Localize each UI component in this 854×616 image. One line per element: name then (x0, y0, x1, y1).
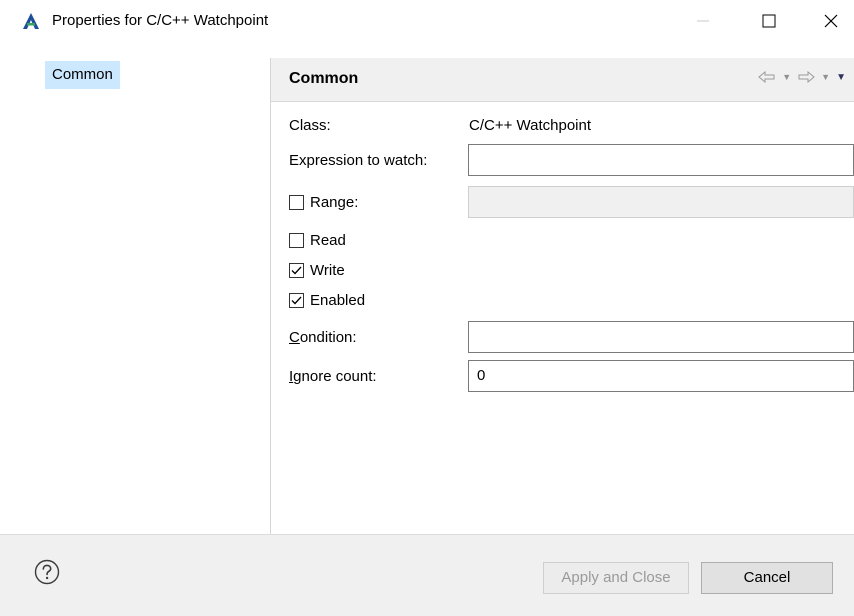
close-icon (824, 14, 838, 28)
write-checkbox-box[interactable] (289, 263, 304, 278)
enabled-checkbox[interactable]: Enabled (289, 290, 409, 312)
class-value: C/C++ Watchpoint (469, 117, 591, 134)
class-label: Class: (289, 117, 331, 134)
app-icon (22, 12, 40, 30)
range-checkbox-box[interactable] (289, 195, 304, 210)
read-label: Read (310, 232, 346, 249)
title-bar: Properties for C/C++ Watchpoint (0, 0, 854, 42)
ignore-count-input[interactable]: 0 (468, 360, 854, 392)
maximize-button[interactable] (746, 0, 792, 42)
navigation-tree: Common (10, 58, 271, 534)
enabled-label: Enabled (310, 292, 366, 309)
view-menu-icon[interactable]: ▼ (836, 72, 846, 83)
minimize-button[interactable] (680, 0, 726, 42)
range-input (468, 186, 854, 218)
write-checkbox[interactable]: Write (289, 260, 409, 282)
property-page: Common ▼ ▼ ▼ Class: C/C++ Watchpoint Exp… (271, 58, 854, 534)
read-checkbox[interactable]: Read (289, 230, 409, 252)
condition-input[interactable] (468, 321, 854, 353)
apply-and-close-button[interactable]: Apply and Close (543, 562, 689, 594)
window-title: Properties for C/C++ Watchpoint (52, 12, 269, 29)
back-dropdown-icon[interactable]: ▼ (782, 72, 791, 82)
forward-dropdown-icon[interactable]: ▼ (821, 72, 830, 82)
tree-item-common[interactable]: Common (45, 61, 120, 89)
condition-label: Condition: (289, 329, 357, 346)
expression-input[interactable] (468, 144, 854, 176)
minimize-icon (697, 20, 709, 22)
help-icon[interactable] (34, 559, 60, 585)
button-bar: Apply and Close Cancel (0, 535, 854, 616)
range-label: Range: (310, 194, 359, 211)
cancel-button[interactable]: Cancel (701, 562, 833, 594)
enabled-checkbox-box[interactable] (289, 293, 304, 308)
ignore-count-label: Ignore count: (289, 368, 377, 385)
page-nav-toolbar: ▼ ▼ ▼ (758, 71, 846, 83)
back-arrow-icon[interactable] (758, 71, 776, 83)
maximize-icon (762, 14, 776, 28)
expression-label: Expression to watch: (289, 152, 428, 169)
forward-arrow-icon[interactable] (797, 71, 815, 83)
checkmark-icon (291, 296, 302, 305)
checkmark-icon (291, 266, 302, 275)
range-checkbox[interactable]: Range: (289, 192, 419, 214)
write-label: Write (310, 262, 345, 279)
page-header: Common ▼ ▼ ▼ (271, 58, 854, 102)
close-button[interactable] (808, 0, 854, 42)
read-checkbox-box[interactable] (289, 233, 304, 248)
page-title: Common (289, 70, 359, 87)
